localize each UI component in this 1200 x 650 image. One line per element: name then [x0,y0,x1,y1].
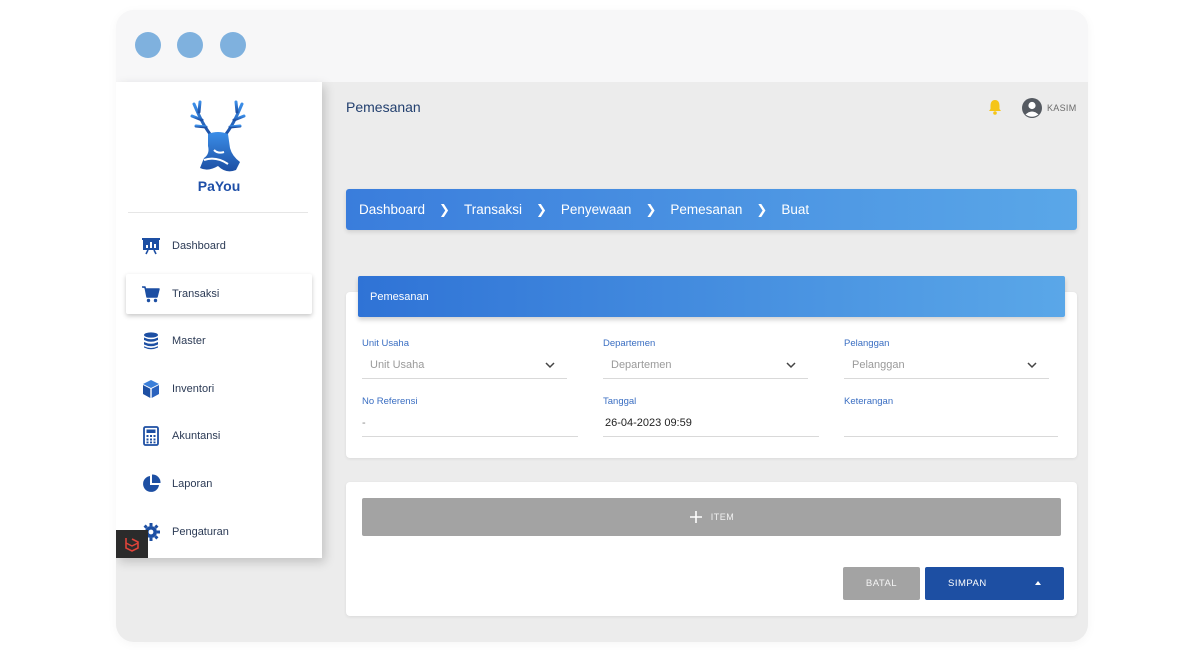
add-item-button[interactable]: ITEM [362,498,1061,536]
app-area: PaYou Dashboard Transaksi Master Invento… [116,82,1088,642]
field-underline [844,378,1049,379]
sidebar-item-akuntansi[interactable]: Akuntansi [126,416,312,456]
user-avatar-icon[interactable] [1021,97,1043,119]
sidebar-item-label: Akuntansi [172,430,221,443]
pelanggan-select[interactable]: Pelanggan Pelanggan [844,338,1049,380]
field-underline [362,378,567,379]
sidebar-item-label: Inventori [172,382,215,395]
cancel-button[interactable]: BATAL [843,567,920,600]
window-dot-maximize[interactable] [220,32,246,58]
pelanggan-value: Pelanggan [852,359,905,371]
unit-usaha-select[interactable]: Unit Usaha Unit Usaha [362,338,567,380]
sidebar-item-dashboard[interactable]: Dashboard [126,226,312,266]
window-dot-minimize[interactable] [177,32,203,58]
add-item-label: ITEM [710,512,735,522]
form-card-title: Pemesanan [370,290,429,303]
breadcrumb-chevron-icon: ❯ [645,201,657,217]
browser-window: PaYou Dashboard Transaksi Master Invento… [116,10,1088,642]
laravel-debug-icon[interactable] [116,530,148,558]
departemen-select[interactable]: Departemen Departemen [603,338,808,380]
sidebar-item-laporan[interactable]: Laporan [126,464,312,504]
unit-usaha-value: Unit Usaha [370,359,425,371]
field-underline [603,378,808,379]
database-icon [140,330,162,352]
user-name[interactable]: KASIM [1047,103,1077,113]
main-content: Pemesanan KASIM Dashboard ❯ Transaksi ❯ … [322,82,1088,642]
chevron-down-icon [545,362,555,369]
breadcrumb-item-transaksi[interactable]: Transaksi [464,202,522,217]
cube-icon [140,378,162,400]
breadcrumb-chevron-icon: ❯ [439,201,450,217]
calculator-icon [140,425,162,447]
brand-name: PaYou [197,178,241,194]
breadcrumb-chevron-icon: ❯ [535,201,547,217]
breadcrumb: Dashboard ❯ Transaksi ❯ Penyewaan ❯ Peme… [346,189,1077,230]
unit-usaha-label: Unit Usaha [362,338,409,349]
form-card-header: Pemesanan [358,276,1065,317]
tanggal-field[interactable]: Tanggal 26-04-2023 09:59 [603,396,819,438]
chevron-down-icon [786,362,796,369]
departemen-label: Departemen [603,338,656,349]
plus-icon [689,511,702,523]
breadcrumb-item-penyewaan[interactable]: Penyewaan [561,202,632,217]
save-button-label: SIMPAN [948,578,987,589]
pie-chart-icon [140,473,162,495]
sidebar-divider [128,212,308,213]
field-underline [603,436,819,437]
breadcrumb-chevron-icon: ❯ [756,201,768,217]
field-underline [844,436,1058,437]
window-titlebar [116,10,1088,82]
sidebar-item-label: Master [172,335,206,348]
sidebar-item-label: Dashboard [172,240,226,252]
sidebar-item-transaksi[interactable]: Transaksi [126,273,312,314]
sidebar-item-label: Transaksi [172,287,220,300]
sidebar-item-master[interactable]: Master [126,321,312,361]
no-referensi-value: - [362,417,366,429]
field-underline [362,436,578,437]
shopping-cart-icon [140,283,162,305]
save-button[interactable]: SIMPAN [925,567,1064,600]
sidebar-item-label: Pengaturan [172,525,229,538]
presentation-chart-icon [140,235,162,257]
sidebar: PaYou Dashboard Transaksi Master Invento… [116,82,322,558]
sidebar-menu: Dashboard Transaksi Master Inventori Aku… [126,226,312,558]
keterangan-label: Keterangan [844,396,894,407]
breadcrumb-item-buat: Buat [781,202,810,217]
pelanggan-label: Pelanggan [844,338,890,349]
chevron-down-icon [1027,362,1037,369]
tanggal-value: 26-04-2023 09:59 [605,417,692,429]
sidebar-item-inventori[interactable]: Inventori [126,369,312,409]
caret-up-icon[interactable] [1035,581,1041,585]
breadcrumb-item-pemesanan[interactable]: Pemesanan [670,202,742,217]
breadcrumb-item-dashboard[interactable]: Dashboard [359,202,425,217]
bell-icon[interactable] [986,98,1004,116]
no-referensi-label: No Referensi [362,396,418,407]
deer-logo-icon [190,100,246,172]
items-card: ITEM BATAL SIMPAN [346,482,1077,616]
sidebar-item-label: Laporan [172,477,213,490]
no-referensi-field[interactable]: No Referensi - [362,396,578,438]
page-title: Pemesanan [346,99,421,115]
departemen-value: Departemen [611,359,672,371]
keterangan-field[interactable]: Keterangan [844,396,1058,438]
window-dot-close[interactable] [135,32,161,58]
tanggal-label: Tanggal [603,396,637,407]
sidebar-item-pengaturan[interactable]: Pengaturan [126,512,312,552]
